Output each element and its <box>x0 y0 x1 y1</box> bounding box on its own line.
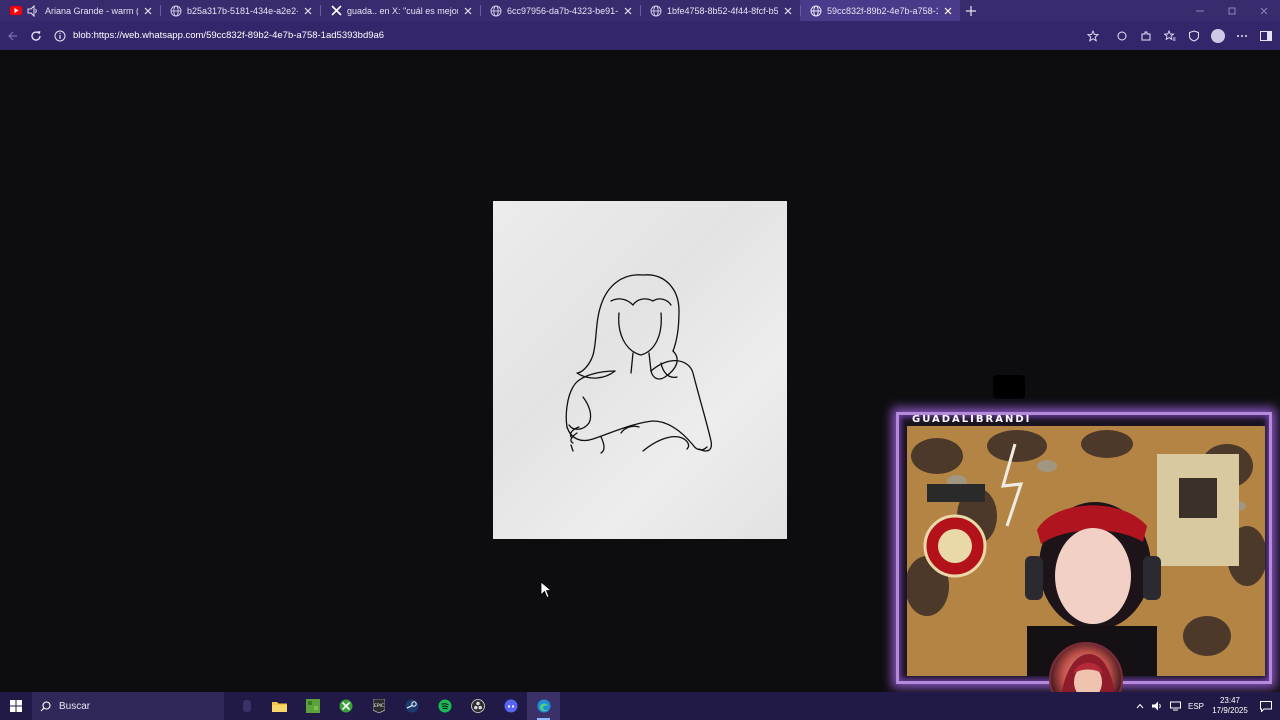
tab-title: 6cc97956-da7b-4323-be91-fbc5f <box>507 5 618 16</box>
clock-time: 23:47 <box>1219 696 1241 705</box>
discord-icon <box>504 699 517 713</box>
volume-icon[interactable] <box>1148 701 1166 711</box>
info-icon[interactable] <box>52 28 68 44</box>
close-icon[interactable] <box>942 5 954 17</box>
mouse-cursor-icon <box>540 581 553 604</box>
tray-chevron-icon[interactable] <box>1132 703 1148 709</box>
notifications-icon[interactable] <box>1252 700 1280 712</box>
tab-youtube[interactable]: Ariana Grande - warm (lyric <box>0 0 160 21</box>
globe-icon <box>170 5 182 17</box>
webcam-scene <box>907 426 1265 676</box>
toolbar-icons <box>1110 24 1278 48</box>
windows-logo-icon <box>10 700 22 712</box>
close-icon[interactable] <box>462 5 474 17</box>
line-art-image[interactable] <box>493 201 787 539</box>
tab-blob-2[interactable]: 6cc97956-da7b-4323-be91-fbc5f <box>480 0 640 21</box>
tab-active-blob[interactable]: 59cc832f-89b2-4e7b-a758-1ad53 <box>800 0 960 21</box>
minecraft-button[interactable] <box>296 692 329 720</box>
url-text[interactable]: blob:https://web.whatsapp.com/59cc832f-8… <box>73 30 1084 41</box>
tab-blob-3[interactable]: 1bfe4758-8b52-4f44-8fcf-b5020 <box>640 0 800 21</box>
tab-title: guada.. en X: "cuál es mejor? ay <box>347 5 458 16</box>
clock-date: 17/9/2025 <box>1212 706 1248 715</box>
obs-icon <box>470 699 485 713</box>
steam-icon <box>405 699 418 713</box>
taskbar-search[interactable]: Buscar <box>32 692 224 720</box>
tab-title: 1bfe4758-8b52-4f44-8fcf-b5020 <box>667 5 778 16</box>
discord-button[interactable] <box>494 692 527 720</box>
close-icon[interactable] <box>622 5 634 17</box>
tab-blob-1[interactable]: b25a317b-5181-434e-a2e2-13a8 <box>160 0 320 21</box>
search-icon <box>40 700 51 711</box>
restore-button[interactable] <box>1216 0 1248 21</box>
tab-x[interactable]: guada.. en X: "cuál es mejor? ay <box>320 0 480 21</box>
search-label: Buscar <box>59 700 91 712</box>
system-tray: ESP 23:47 17/9/2025 <box>1132 696 1280 716</box>
restore-icon <box>1228 7 1236 14</box>
clock[interactable]: 23:47 17/9/2025 <box>1208 696 1252 716</box>
edge-button[interactable] <box>527 692 560 720</box>
file-explorer-button[interactable] <box>263 692 296 720</box>
extensions-icon[interactable] <box>1134 24 1158 48</box>
plus-icon <box>966 5 976 16</box>
profile-avatar[interactable] <box>1206 24 1230 48</box>
file-explorer-icon <box>272 702 287 712</box>
obs-button[interactable] <box>461 692 494 720</box>
avatar <box>1211 28 1225 43</box>
task-view-button[interactable] <box>230 692 263 720</box>
overlay-shadow-block <box>993 375 1025 399</box>
globe-icon <box>490 5 502 17</box>
start-button[interactable] <box>0 692 32 720</box>
sidebar-toggle-icon[interactable] <box>1254 24 1278 48</box>
tab-strip: Ariana Grande - warm (lyric b25a317b-518… <box>0 0 1280 21</box>
refresh-button[interactable] <box>24 24 48 48</box>
tab-title: b25a317b-5181-434e-a2e2-13a8 <box>187 5 298 16</box>
minecraft-icon <box>305 699 320 713</box>
close-window-button[interactable] <box>1248 0 1280 21</box>
favorites-icon[interactable] <box>1158 24 1182 48</box>
back-arrow-icon <box>8 31 17 40</box>
globe-icon <box>810 5 822 17</box>
webcam-feed <box>907 426 1265 676</box>
speaker-icon[interactable] <box>27 4 39 17</box>
tab-title: Ariana Grande - warm (lyric <box>45 5 138 16</box>
taskbar: Buscar EPIC ESP 23:47 17/9/2025 <box>0 692 1280 720</box>
close-icon[interactable] <box>142 5 154 17</box>
language-indicator[interactable]: ESP <box>1184 702 1208 711</box>
globe-icon <box>650 5 662 17</box>
close-icon[interactable] <box>782 5 794 17</box>
navigation-bar: blob:https://web.whatsapp.com/59cc832f-8… <box>0 21 1280 50</box>
xbox-button[interactable] <box>329 692 362 720</box>
favorite-star-icon[interactable] <box>1084 27 1102 45</box>
xbox-icon <box>339 699 352 713</box>
shield-icon[interactable] <box>1182 24 1206 48</box>
minimize-button[interactable] <box>1184 0 1216 21</box>
x-logo-icon <box>330 5 342 17</box>
taskbar-apps: EPIC <box>230 692 560 720</box>
channel-label: GUADALIBRANDI <box>912 414 1032 425</box>
sync-extension-icon[interactable] <box>1110 24 1134 48</box>
address-bar[interactable]: blob:https://web.whatsapp.com/59cc832f-8… <box>52 25 1102 47</box>
new-tab-button[interactable] <box>960 0 982 21</box>
close-icon <box>1260 7 1268 14</box>
spotify-button[interactable] <box>428 692 461 720</box>
refresh-icon <box>31 30 41 41</box>
window-controls <box>1184 0 1280 21</box>
more-options-icon[interactable] <box>1230 24 1254 48</box>
steam-button[interactable] <box>395 692 428 720</box>
back-button[interactable] <box>0 24 24 48</box>
close-icon[interactable] <box>302 5 314 17</box>
task-view-icon <box>242 700 251 712</box>
youtube-icon <box>10 5 22 17</box>
epic-games-icon: EPIC <box>372 699 385 713</box>
epic-games-button[interactable]: EPIC <box>362 692 395 720</box>
spotify-icon <box>438 699 451 713</box>
minimize-icon <box>1196 10 1204 11</box>
edge-icon <box>537 699 550 713</box>
network-icon[interactable] <box>1166 701 1184 711</box>
woman-line-drawing <box>565 274 713 454</box>
svg-text:EPIC: EPIC <box>373 703 383 709</box>
tab-title: 59cc832f-89b2-4e7b-a758-1ad53 <box>827 5 938 16</box>
